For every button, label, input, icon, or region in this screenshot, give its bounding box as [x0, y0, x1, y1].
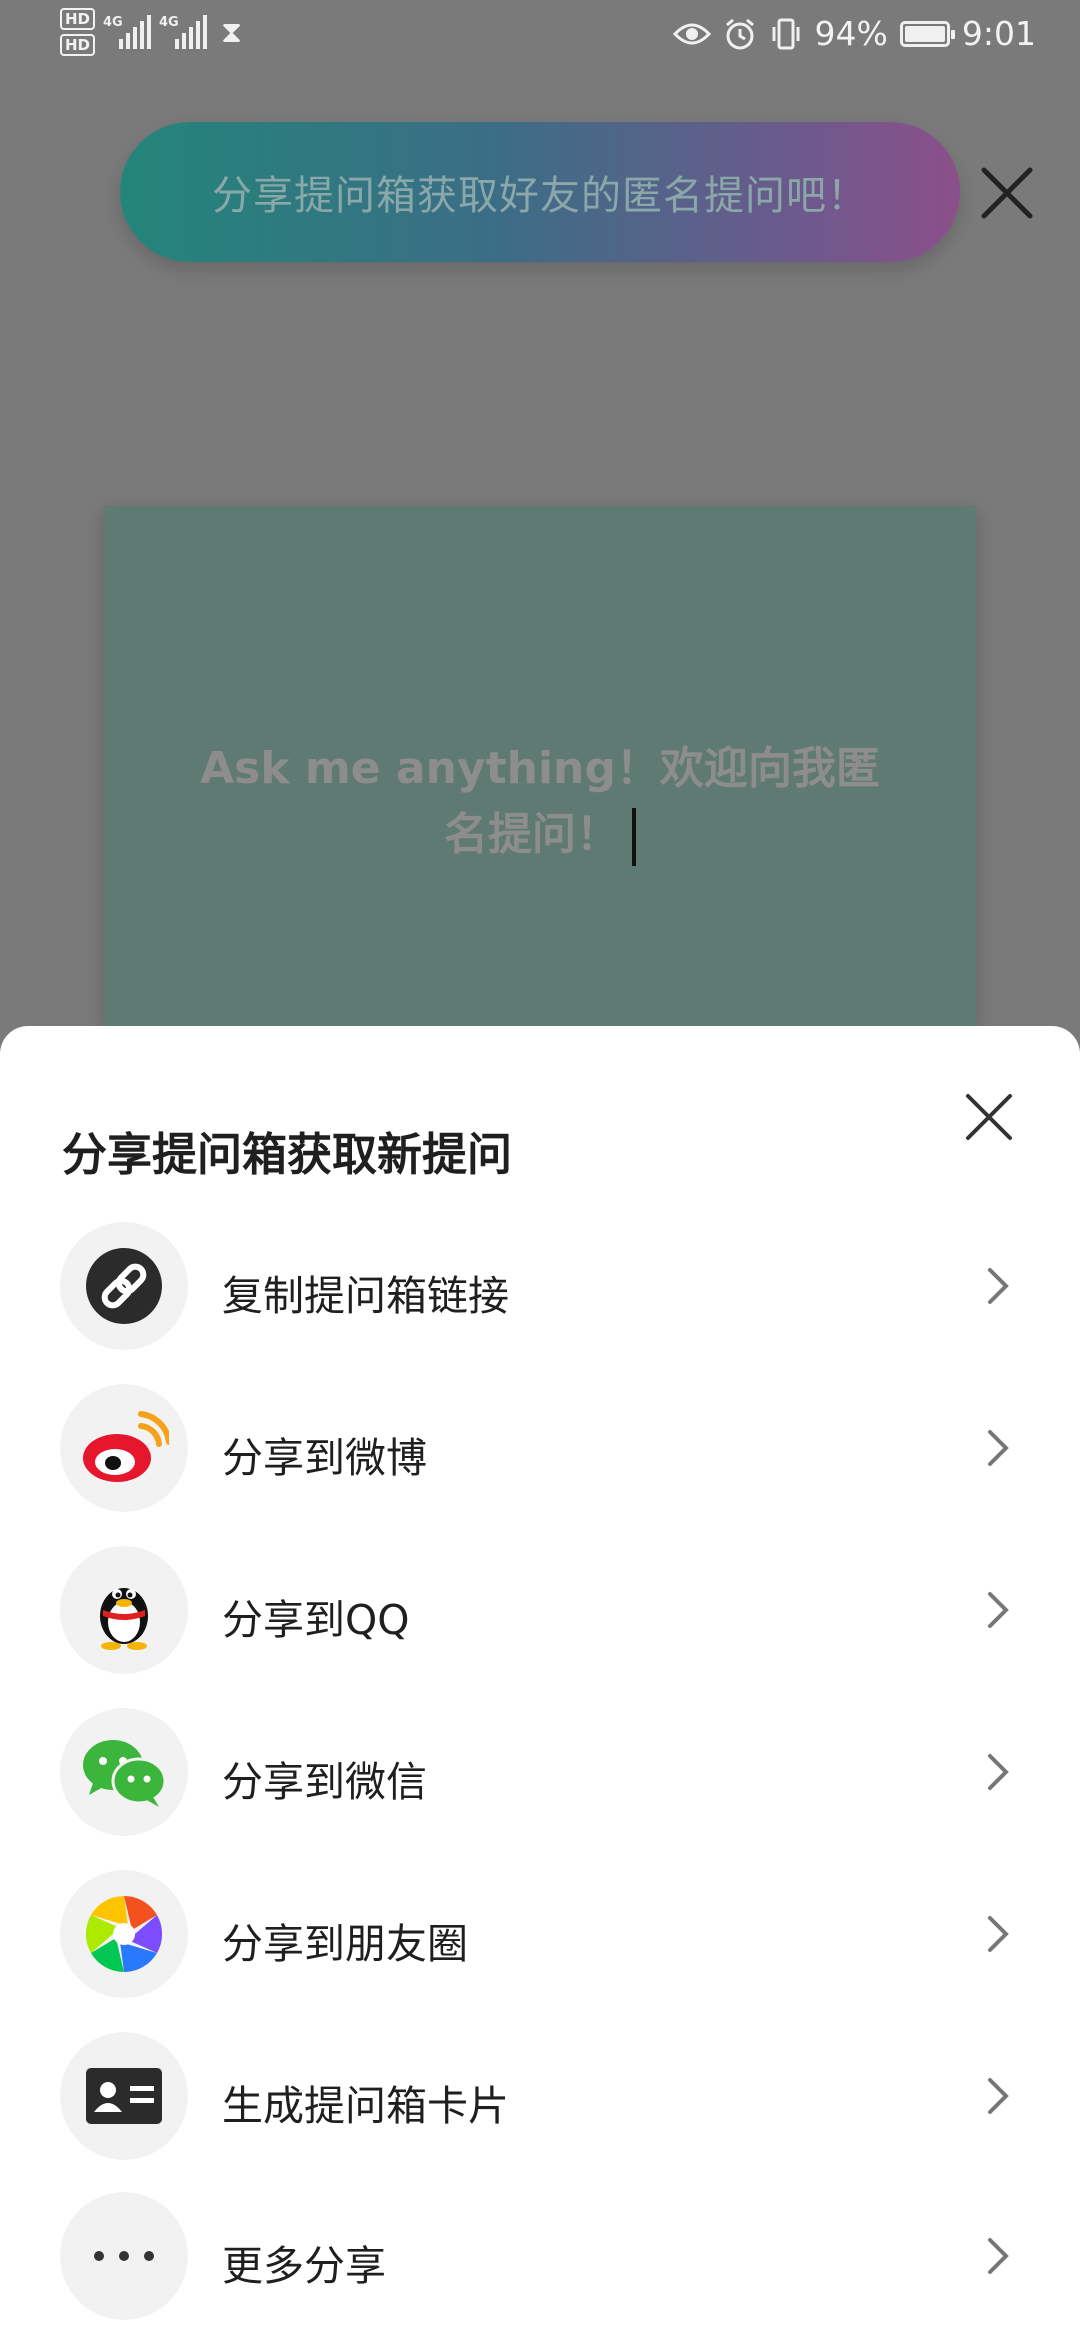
share-banner-text: 分享提问箱获取好友的匿名提问吧！	[212, 173, 868, 219]
chevron-right-icon	[988, 2238, 1009, 2274]
chevron-right-icon	[988, 1754, 1009, 1790]
share-item-label: 分享到QQ	[222, 1596, 410, 1644]
card-text-line-2: 名提问！	[444, 809, 620, 860]
status-bar: HD HD 4G 4G ⧗ 94% 9:01	[0, 0, 1080, 80]
hd-badge-2: HD	[60, 34, 96, 56]
chevron-right-icon	[988, 1430, 1009, 1466]
moments-icon	[60, 1870, 188, 1998]
share-item-more[interactable]: 更多分享	[0, 2192, 1080, 2322]
share-item-label: 更多分享	[222, 2242, 386, 2290]
card-text[interactable]: Ask me anything！欢迎向我匿 名提问！	[180, 736, 900, 868]
hd-indicators: HD HD	[60, 8, 96, 56]
share-sheet: 分享提问箱获取新提问 复制提问箱链接 分享到微博 分享到QQ 分享到微信 分享到…	[0, 1026, 1080, 2340]
weibo-icon	[60, 1384, 188, 1512]
chevron-right-icon	[988, 2078, 1009, 2114]
card-text-line-2-wrap: 名提问！	[180, 802, 900, 868]
share-item-label: 分享到微博	[222, 1434, 427, 1482]
network-type-2: 4G	[159, 15, 179, 30]
share-item-wechat[interactable]: 分享到微信	[0, 1708, 1080, 1838]
vibrate-icon	[772, 18, 800, 49]
share-item-label: 生成提问箱卡片	[222, 2082, 509, 2130]
wechat-icon	[60, 1708, 188, 1836]
share-item-moments[interactable]: 分享到朋友圈	[0, 1870, 1080, 2000]
status-bar-right: 94% 9:01	[672, 14, 1036, 53]
clock: 9:01	[961, 14, 1036, 53]
text-cursor	[632, 808, 636, 866]
share-item-label: 复制提问箱链接	[222, 1272, 509, 1320]
card-icon	[60, 2032, 188, 2160]
hd-badge-1: HD	[60, 8, 96, 30]
share-banner[interactable]: 分享提问箱获取好友的匿名提问吧！	[120, 122, 960, 262]
close-icon[interactable]	[976, 162, 1038, 224]
share-item-copy-link[interactable]: 复制提问箱链接	[0, 1222, 1080, 1352]
share-item-qq[interactable]: 分享到QQ	[0, 1546, 1080, 1676]
chevron-right-icon	[988, 1268, 1009, 1304]
eye-icon	[672, 23, 711, 44]
chevron-right-icon	[988, 1592, 1009, 1628]
card-text-line-1: Ask me anything！欢迎向我匿	[200, 743, 880, 794]
network-type-1: 4G	[103, 15, 123, 30]
share-item-generate-card[interactable]: 生成提问箱卡片	[0, 2032, 1080, 2162]
sheet-close-icon[interactable]	[960, 1088, 1018, 1146]
share-item-weibo[interactable]: 分享到微博	[0, 1384, 1080, 1514]
hourglass-icon: ⧗	[221, 14, 243, 50]
chevron-right-icon	[988, 1916, 1009, 1952]
qq-icon	[60, 1546, 188, 1674]
share-sheet-title: 分享提问箱获取新提问	[62, 1128, 513, 1181]
share-item-label: 分享到微信	[222, 1758, 427, 1806]
battery-percent: 94%	[814, 14, 888, 53]
status-bar-left: HD HD 4G 4G ⧗	[60, 8, 242, 56]
signal-2-icon: 4G	[159, 15, 208, 49]
link-icon	[60, 1222, 188, 1350]
more-icon	[60, 2192, 188, 2320]
battery-icon	[899, 20, 955, 47]
share-item-label: 分享到朋友圈	[222, 1920, 468, 1968]
alarm-icon	[725, 18, 754, 49]
signal-1-icon: 4G	[103, 15, 152, 49]
